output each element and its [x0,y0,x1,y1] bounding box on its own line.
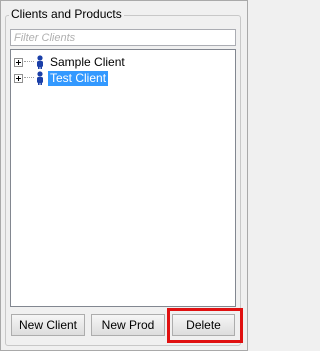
tree-node-label-selected: Test Client [48,70,109,86]
expand-plus-icon[interactable] [14,73,23,83]
group-title: Clients and Products [9,7,124,21]
tree-connector [24,77,34,79]
new-prod-button[interactable]: New Prod [91,314,165,336]
clients-products-window: Clients and Products Sample Client [0,0,248,351]
new-client-button[interactable]: New Client [11,314,85,336]
expand-plus-icon[interactable] [14,57,23,67]
filter-clients-field[interactable] [10,29,236,46]
tree-node-sample-client[interactable]: Sample Client [14,54,127,70]
tree-node-test-client[interactable]: Test Client [14,70,109,86]
filter-clients-input[interactable] [11,30,235,46]
client-tree[interactable]: Sample Client Test Client [10,49,236,307]
tree-connector [24,61,34,63]
person-icon [37,55,43,69]
delete-button[interactable]: Delete [172,314,235,336]
person-icon [37,71,43,85]
tree-node-label: Sample Client [50,54,125,69]
